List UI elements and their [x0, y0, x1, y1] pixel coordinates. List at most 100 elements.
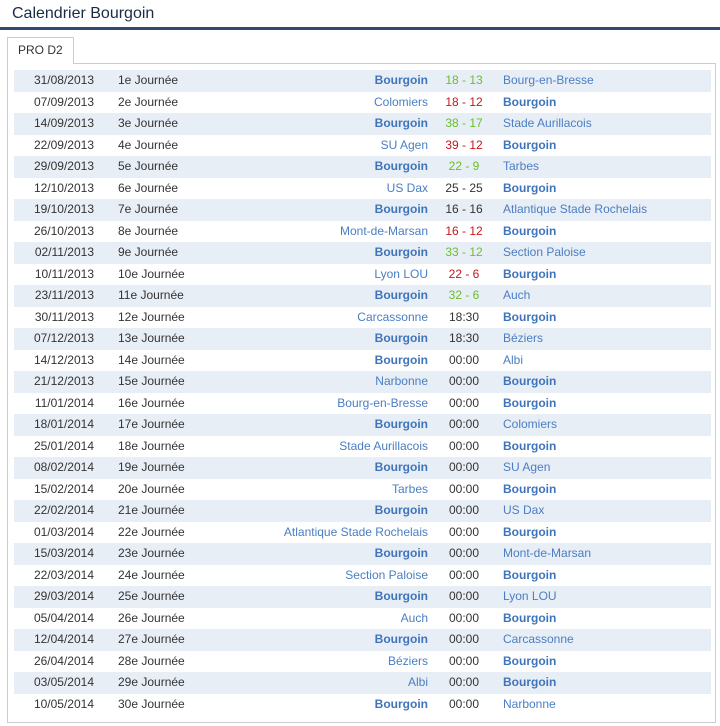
home-team-link[interactable]: Bourgoin: [375, 414, 428, 436]
home-team-link[interactable]: SU Agen: [381, 135, 428, 157]
home-team-link[interactable]: Bourgoin: [375, 156, 428, 178]
home-team-link[interactable]: Bourgoin: [375, 113, 428, 135]
home-team-link[interactable]: Albi: [408, 672, 428, 694]
home-team-link[interactable]: Bourgoin: [375, 629, 428, 651]
away-team-link[interactable]: Bourgoin: [503, 264, 556, 286]
away-team-link[interactable]: Bourgoin: [503, 221, 556, 243]
home-team-link[interactable]: Bourgoin: [375, 586, 428, 608]
match-score: 33 - 12: [445, 245, 483, 259]
home-team-link[interactable]: Bourgoin: [375, 350, 428, 372]
match-date: 23/11/2013: [34, 288, 94, 302]
away-team-link[interactable]: Atlantique Stade Rochelais: [503, 199, 647, 221]
home-team-link[interactable]: Auch: [401, 608, 428, 630]
fixture-row: 05/04/2014 26e Journée Auch 00:00 Bourgoin: [14, 608, 711, 630]
home-team-link[interactable]: US Dax: [387, 178, 428, 200]
match-date: 07/09/2013: [33, 94, 94, 109]
match-date: 22/02/2014: [33, 503, 94, 517]
away-team-link[interactable]: Bourgoin: [503, 135, 556, 157]
match-score: 00:00: [448, 481, 480, 496]
match-date: 14/09/2013: [33, 116, 94, 130]
match-round: 14e Journée: [118, 352, 185, 367]
away-team-link[interactable]: Bourgoin: [503, 92, 556, 114]
away-team-link[interactable]: Béziers: [503, 328, 543, 350]
home-team-link[interactable]: Bourg-en-Bresse: [337, 393, 428, 415]
away-team-link[interactable]: Bourgoin: [503, 522, 556, 544]
match-score: 00:00: [448, 696, 480, 711]
home-team-link[interactable]: Narbonne: [375, 371, 428, 393]
match-date: 18/01/2014: [33, 417, 94, 431]
fixtures-panel: 31/08/2013 1e Journée Bourgoin 18 - 13 Bourg…: [7, 63, 716, 723]
away-team-link[interactable]: Bourgoin: [503, 371, 556, 393]
tab-pro-d2[interactable]: PRO D2: [7, 37, 74, 64]
home-team-link[interactable]: Section Paloise: [345, 565, 428, 587]
home-team-link[interactable]: Bourgoin: [375, 328, 428, 350]
match-date: 26/04/2014: [33, 653, 94, 668]
away-team-link[interactable]: Bourgoin: [503, 307, 556, 329]
match-score: 00:00: [448, 374, 480, 388]
fixture-row: 15/02/2014 20e Journée Tarbes 00:00 Bourgoin: [14, 479, 711, 501]
match-score: 00:00: [448, 675, 480, 689]
home-team-link[interactable]: Lyon LOU: [374, 264, 428, 286]
match-date: 19/10/2013: [33, 202, 94, 216]
fixture-row: 22/09/2013 4e Journée SU Agen 39 - 12 Bourgo…: [14, 135, 711, 157]
home-team-link[interactable]: Bourgoin: [375, 199, 428, 221]
match-round: 24e Journée: [118, 567, 185, 582]
fixture-row: 12/04/2014 27e Journée Bourgoin 00:00 Carcas…: [14, 629, 711, 651]
match-date: 03/05/2014: [33, 675, 94, 689]
match-score: 00:00: [448, 546, 480, 560]
match-date: 10/11/2013: [34, 266, 94, 281]
away-team-link[interactable]: Bourgoin: [503, 672, 556, 694]
match-score: 18:30: [448, 331, 480, 345]
home-team-link[interactable]: Colomiers: [374, 92, 428, 114]
fixtures-list: 31/08/2013 1e Journée Bourgoin 18 - 13 Bourg…: [14, 70, 711, 715]
home-team-link[interactable]: Bourgoin: [375, 285, 428, 307]
home-team-link[interactable]: Bourgoin: [375, 242, 428, 264]
away-team-link[interactable]: Bourgoin: [503, 565, 556, 587]
away-team-link[interactable]: Bourgoin: [503, 479, 556, 501]
match-round: 21e Journée: [118, 503, 185, 517]
away-team-link[interactable]: Colomiers: [503, 414, 557, 436]
home-team-link[interactable]: Bourgoin: [375, 457, 428, 479]
away-team-link[interactable]: Section Paloise: [503, 242, 586, 264]
home-team-link[interactable]: Bourgoin: [375, 70, 428, 92]
fixture-row: 30/11/2013 12e Journée Carcassonne 18:30 Bou…: [14, 307, 711, 329]
match-score: 22 - 9: [448, 159, 480, 173]
away-team-link[interactable]: Bourg-en-Bresse: [503, 70, 594, 92]
away-team-link[interactable]: Lyon LOU: [503, 586, 557, 608]
away-team-link[interactable]: Narbonne: [503, 694, 556, 716]
match-date: 05/04/2014: [33, 610, 94, 625]
home-team-link[interactable]: Stade Aurillacois: [339, 436, 428, 458]
away-team-link[interactable]: Stade Aurillacois: [503, 113, 592, 135]
away-team-link[interactable]: Mont-de-Marsan: [503, 543, 591, 565]
away-team-link[interactable]: Albi: [503, 350, 523, 372]
home-team-link[interactable]: Bourgoin: [375, 500, 428, 522]
page-title: Calendrier Bourgoin: [12, 5, 155, 22]
away-team-link[interactable]: Tarbes: [503, 156, 539, 178]
away-team-link[interactable]: US Dax: [503, 500, 544, 522]
away-team-link[interactable]: SU Agen: [503, 457, 550, 479]
match-score: 00:00: [448, 352, 480, 367]
match-round: 27e Journée: [118, 632, 185, 646]
match-round: 18e Journée: [118, 438, 185, 453]
match-round: 30e Journée: [118, 696, 185, 711]
away-team-link[interactable]: Auch: [503, 285, 530, 307]
away-team-link[interactable]: Bourgoin: [503, 178, 556, 200]
fixture-row: 02/11/2013 9e Journée Bourgoin 33 - 12 Secti…: [14, 242, 711, 264]
fixture-row: 26/04/2014 28e Journée Béziers 00:00 Bourgoi…: [14, 651, 711, 673]
match-round: 13e Journée: [118, 331, 185, 345]
away-team-link[interactable]: Bourgoin: [503, 608, 556, 630]
home-team-link[interactable]: Bourgoin: [375, 543, 428, 565]
home-team-link[interactable]: Atlantique Stade Rochelais: [284, 522, 428, 544]
home-team-link[interactable]: Béziers: [388, 651, 428, 673]
home-team-link[interactable]: Mont-de-Marsan: [340, 221, 428, 243]
away-team-link[interactable]: Carcassonne: [503, 629, 574, 651]
title-divider: [0, 27, 720, 30]
home-team-link[interactable]: Carcassonne: [357, 307, 428, 329]
away-team-link[interactable]: Bourgoin: [503, 436, 556, 458]
match-date: 01/03/2014: [33, 524, 94, 539]
match-score: 18 - 13: [445, 73, 483, 87]
home-team-link[interactable]: Tarbes: [392, 479, 428, 501]
away-team-link[interactable]: Bourgoin: [503, 393, 556, 415]
home-team-link[interactable]: Bourgoin: [375, 694, 428, 716]
away-team-link[interactable]: Bourgoin: [503, 651, 556, 673]
